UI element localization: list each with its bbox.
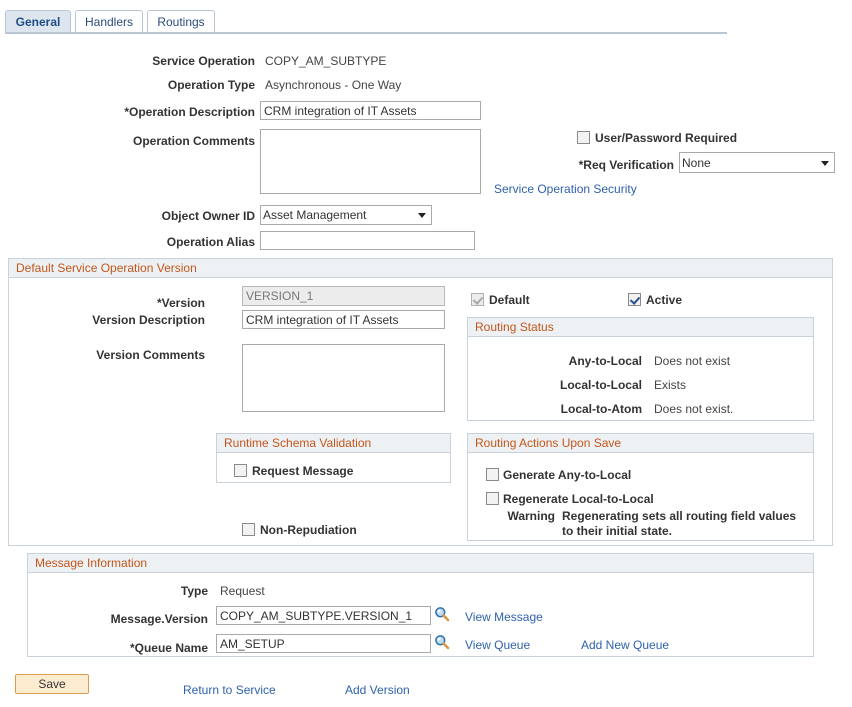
- local-to-local-value: Exists: [654, 378, 804, 393]
- generate-any-to-local-checkbox[interactable]: [486, 468, 499, 481]
- tab-general[interactable]: General: [5, 10, 71, 32]
- operation-type-label: Operation Type: [60, 78, 255, 93]
- tab-handlers-label: Handlers: [85, 15, 133, 29]
- message-version-input[interactable]: [216, 606, 431, 625]
- default-checkbox-label: Default: [489, 294, 530, 307]
- regenerate-local-to-local-label: Regenerate Local-to-Local: [503, 493, 654, 506]
- operation-description-label: *Operation Description: [60, 105, 255, 120]
- tab-underline: [5, 32, 727, 34]
- view-queue-link[interactable]: View Queue: [465, 638, 530, 653]
- local-to-atom-label: Local-to-Atom: [487, 402, 642, 417]
- operation-comments-label: Operation Comments: [60, 134, 255, 149]
- warning-text: Regenerating sets all routing field valu…: [562, 509, 807, 539]
- operation-description-input[interactable]: [260, 101, 481, 120]
- operation-alias-label: Operation Alias: [60, 235, 255, 250]
- tab-general-label: General: [16, 15, 61, 29]
- service-operation-security-link[interactable]: Service Operation Security: [494, 182, 637, 197]
- req-verification-select[interactable]: None: [679, 152, 835, 173]
- active-checkbox-label: Active: [646, 294, 682, 307]
- object-owner-id-select[interactable]: Asset Management: [260, 205, 432, 225]
- service-operation-label: Service Operation: [60, 54, 255, 69]
- version-comments-textarea[interactable]: [242, 344, 445, 412]
- local-to-local-label: Local-to-Local: [487, 378, 642, 393]
- save-button[interactable]: Save: [15, 674, 89, 694]
- queue-name-input[interactable]: [216, 634, 431, 653]
- tab-handlers[interactable]: Handlers: [75, 10, 143, 32]
- non-repudiation-checkbox[interactable]: [242, 523, 255, 536]
- generate-any-to-local-label: Generate Any-to-Local: [503, 469, 631, 482]
- default-checkbox[interactable]: [471, 293, 484, 306]
- return-to-service-link[interactable]: Return to Service: [183, 683, 276, 698]
- req-verification-label: *Req Verification: [500, 158, 674, 173]
- tab-routings-label: Routings: [157, 15, 204, 29]
- warning-label: Warning: [440, 509, 555, 524]
- message-version-label: Message.Version: [60, 612, 208, 627]
- search-icon[interactable]: [434, 606, 450, 622]
- default-service-operation-version-title: Default Service Operation Version: [9, 259, 832, 278]
- regenerate-local-to-local-checkbox[interactable]: [486, 492, 499, 505]
- version-label: *Version: [20, 296, 205, 311]
- user-password-required-label: User/Password Required: [595, 132, 737, 145]
- any-to-local-label: Any-to-Local: [487, 354, 642, 369]
- operation-alias-input[interactable]: [260, 231, 475, 250]
- search-icon[interactable]: [434, 634, 450, 650]
- add-version-link[interactable]: Add Version: [345, 683, 410, 698]
- view-message-link[interactable]: View Message: [465, 610, 543, 625]
- user-password-required-checkbox[interactable]: [577, 131, 590, 144]
- type-label: Type: [60, 584, 208, 599]
- version-description-label: Version Description: [20, 313, 205, 328]
- runtime-schema-validation-title: Runtime Schema Validation: [217, 434, 450, 453]
- version-description-input[interactable]: [242, 310, 445, 329]
- save-button-label: Save: [38, 677, 65, 691]
- local-to-atom-value: Does not exist.: [654, 402, 804, 417]
- queue-name-label: *Queue Name: [60, 641, 208, 656]
- operation-type-value: Asynchronous - One Way: [265, 78, 525, 93]
- message-information-title: Message Information: [28, 554, 813, 573]
- active-checkbox[interactable]: [628, 293, 641, 306]
- tab-routings[interactable]: Routings: [147, 10, 215, 32]
- routing-actions-title: Routing Actions Upon Save: [468, 434, 813, 453]
- object-owner-id-select-wrap: Asset Management: [260, 205, 432, 225]
- version-comments-label: Version Comments: [20, 348, 205, 363]
- operation-comments-textarea[interactable]: [260, 129, 481, 194]
- any-to-local-value: Does not exist: [654, 354, 804, 369]
- add-new-queue-link[interactable]: Add New Queue: [581, 638, 669, 653]
- request-message-label: Request Message: [252, 465, 353, 478]
- routing-status-title: Routing Status: [468, 318, 813, 337]
- req-verification-select-wrap: None: [679, 152, 835, 173]
- service-operation-value: COPY_AM_SUBTYPE: [265, 54, 525, 69]
- type-value: Request: [220, 584, 420, 599]
- object-owner-id-label: Object Owner ID: [60, 209, 255, 224]
- tab-bar: General Handlers Routings: [0, 10, 852, 36]
- non-repudiation-label: Non-Repudiation: [260, 524, 357, 537]
- version-input[interactable]: [242, 286, 445, 306]
- request-message-checkbox[interactable]: [234, 464, 247, 477]
